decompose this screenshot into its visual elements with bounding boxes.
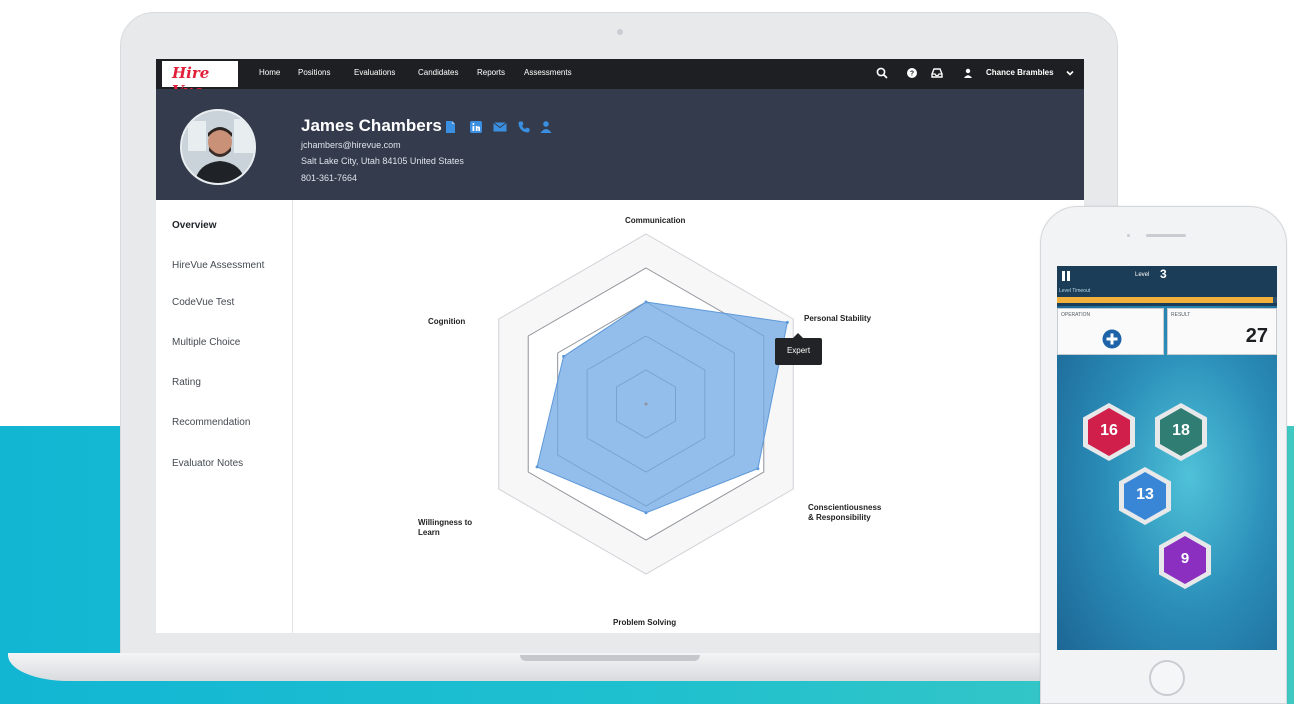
chart-tooltip: Expert <box>775 333 822 365</box>
timeout-progress-fill <box>1057 297 1273 303</box>
axis-label-problem-solving: Problem Solving <box>613 618 677 627</box>
tile-value: 16 <box>1100 422 1118 439</box>
sidebar-item-multiple-choice[interactable]: Multiple Choice <box>172 337 240 348</box>
phone-home-button[interactable] <box>1149 660 1185 696</box>
candidate-profile-header: James Chambers jchambers@hirevue.com Sal… <box>156 89 1084 200</box>
radar-center-point <box>644 402 648 406</box>
user-menu-name[interactable]: Chance Brambles <box>986 68 1054 77</box>
laptop-screen: Hire Vue Home Positions Evaluations Cand… <box>156 59 1084 633</box>
linkedin-icon[interactable] <box>469 120 483 134</box>
document-icon[interactable] <box>443 120 457 134</box>
axis-label-cognition: Cognition <box>428 317 466 326</box>
nav-link-evaluations[interactable]: Evaluations <box>354 68 395 77</box>
level-value: 3 <box>1160 267 1167 281</box>
tooltip-arrow <box>793 333 803 338</box>
sidebar-item-codevue-test[interactable]: CodeVue Test <box>172 297 234 308</box>
candidate-sidebar: Overview HireVue Assessment CodeVue Test… <box>156 200 293 633</box>
radar-data-point-2[interactable] <box>756 467 760 471</box>
radar-chart-svg <box>498 233 794 575</box>
laptop-notch <box>520 655 700 661</box>
svg-text:?: ? <box>910 71 914 78</box>
radar-data-point-1[interactable] <box>785 320 789 324</box>
nav-link-reports[interactable]: Reports <box>477 68 505 77</box>
candidate-name: James Chambers <box>301 116 442 135</box>
nav-link-assessments[interactable]: Assessments <box>524 68 572 77</box>
nav-link-positions[interactable]: Positions <box>298 68 330 77</box>
phone-icon[interactable] <box>517 120 531 134</box>
tile-value: 9 <box>1180 550 1190 567</box>
radar-data-point-5[interactable] <box>562 354 566 358</box>
axis-label-communication: Communication <box>625 216 686 225</box>
competency-radar-chart: Communication Personal Stability Conscie… <box>293 200 1084 633</box>
marketing-stage: Hire Vue Home Positions Evaluations Cand… <box>0 0 1294 704</box>
search-icon[interactable] <box>875 66 889 80</box>
radar-data-point-0[interactable] <box>644 300 648 304</box>
axis-label-personal-stability: Personal Stability <box>804 314 872 323</box>
radar-data-point-3[interactable] <box>644 511 648 515</box>
sidebar-item-evaluator-notes[interactable]: Evaluator Notes <box>172 458 243 469</box>
axis-label-conscientiousness: Conscientiousness & Responsibility <box>808 503 882 522</box>
avatar-portrait-icon <box>182 111 254 183</box>
candidate-address: Salt Lake City, Utah 84105 United States <box>301 156 464 166</box>
timeout-label: Level Timeout <box>1059 288 1091 294</box>
top-navbar: Hire Vue Home Positions Evaluations Cand… <box>156 59 1084 100</box>
number-tile-9[interactable]: 9 <box>1157 530 1213 590</box>
tooltip-text: Expert <box>786 346 811 355</box>
candidate-email[interactable]: jchambers@hirevue.com <box>301 140 401 150</box>
nav-link-candidates[interactable]: Candidates <box>418 68 458 77</box>
tile-value: 13 <box>1136 486 1154 503</box>
user-icon[interactable] <box>961 66 975 80</box>
radar-data-point-4[interactable] <box>535 465 539 469</box>
candidate-avatar <box>180 109 256 185</box>
help-icon[interactable]: ? <box>905 66 919 80</box>
result-panel: RESULT 27 <box>1167 308 1277 355</box>
phone-camera <box>1127 234 1130 237</box>
number-tile-18[interactable]: 18 <box>1153 402 1209 462</box>
person-icon[interactable] <box>539 120 553 134</box>
timeout-progress-bar <box>1057 297 1277 303</box>
email-icon[interactable] <box>493 120 507 134</box>
pause-icon[interactable] <box>1061 271 1071 281</box>
number-tile-16[interactable]: 16 <box>1081 402 1137 462</box>
inbox-icon[interactable] <box>930 66 944 80</box>
candidate-phone: 801-361-7664 <box>301 173 358 183</box>
tile-value: 18 <box>1172 422 1190 439</box>
operation-label: OPERATION <box>1061 312 1091 318</box>
plus-icon[interactable] <box>1102 329 1122 349</box>
sidebar-item-rating[interactable]: Rating <box>172 377 201 388</box>
result-value: 27 <box>1245 325 1268 347</box>
result-label: RESULT <box>1171 312 1191 318</box>
operation-panel: OPERATION <box>1057 308 1164 355</box>
chevron-down-icon[interactable] <box>1065 68 1075 78</box>
laptop-camera <box>617 29 623 35</box>
phone-speaker <box>1146 234 1186 237</box>
sidebar-item-overview[interactable]: Overview <box>172 220 216 231</box>
nav-link-home[interactable]: Home <box>259 68 280 77</box>
game-status-bar: Level 3 Level Timeout <box>1057 266 1277 306</box>
axis-label-willingness-to-learn: Willingness to Learn <box>418 518 473 537</box>
sidebar-item-hirevue-assessment[interactable]: HireVue Assessment <box>172 260 264 271</box>
game-screen: Level 3 Level Timeout OPERATION RESULT 2… <box>1057 266 1277 650</box>
sidebar-item-recommendation[interactable]: Recommendation <box>172 417 250 428</box>
hirevue-logo[interactable]: Hire Vue <box>162 61 238 100</box>
number-tile-13[interactable]: 13 <box>1117 466 1173 526</box>
level-label: Level <box>1135 272 1150 278</box>
